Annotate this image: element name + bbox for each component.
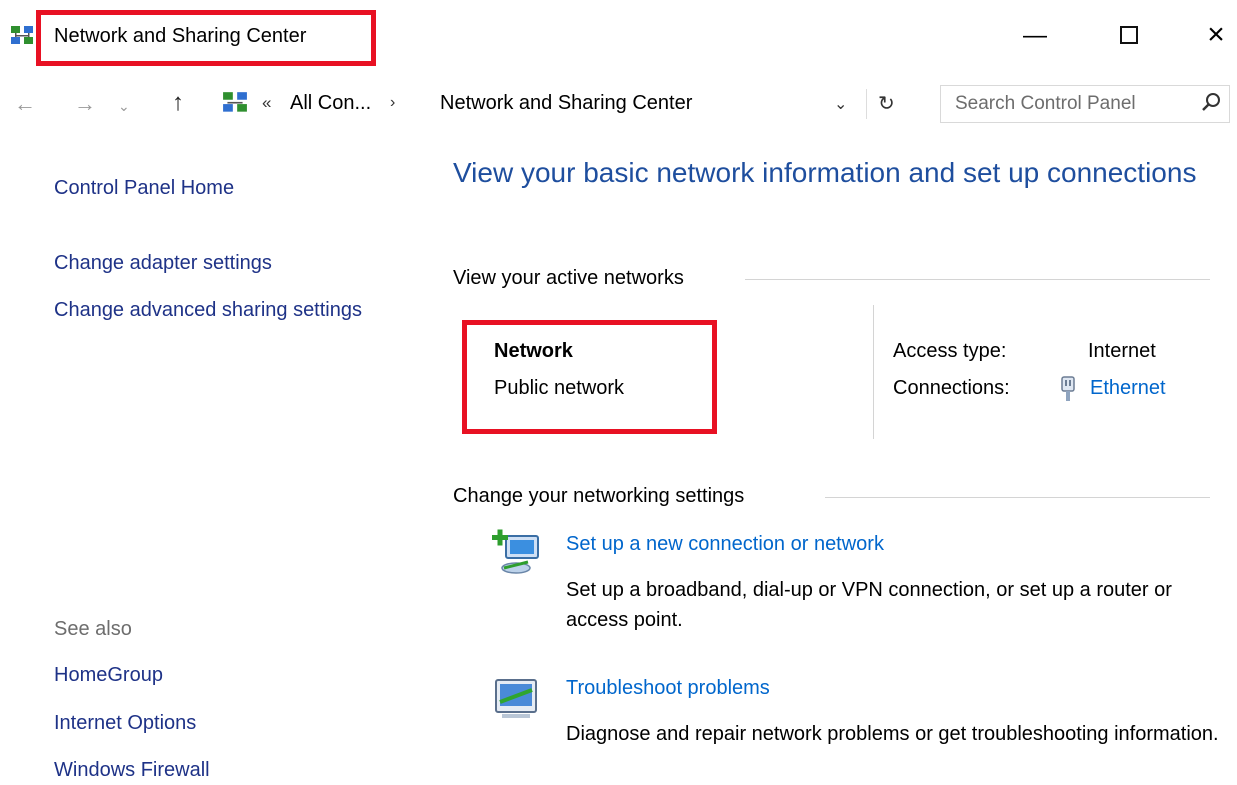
- search-icon[interactable]: [1199, 91, 1223, 120]
- section-divider: [825, 497, 1210, 498]
- forward-button[interactable]: →: [74, 90, 96, 118]
- control-panel-icon: [222, 90, 248, 121]
- setup-new-connection-description: Set up a broadband, dial-up or VPN conne…: [566, 579, 1172, 631]
- ethernet-icon: [1057, 376, 1079, 407]
- new-connection-icon: [490, 526, 546, 583]
- app-icon: [10, 24, 34, 53]
- breadcrumb-all-control-panel[interactable]: All Con...: [290, 92, 371, 115]
- sidebar-item-change-adapter-settings[interactable]: Change adapter settings: [54, 248, 272, 278]
- active-networks-heading: View your active networks: [453, 267, 684, 289]
- up-button[interactable]: ↑: [172, 89, 184, 117]
- see-also-internet-options[interactable]: Internet Options: [54, 708, 196, 738]
- page-title: View your basic network information and …: [453, 157, 1197, 188]
- sidebar-item-change-advanced-sharing[interactable]: Change advanced sharing settings: [54, 295, 374, 325]
- setup-new-connection-link[interactable]: Set up a new connection or network: [566, 533, 884, 556]
- see-also-homegroup[interactable]: HomeGroup: [54, 660, 163, 690]
- breadcrumb-separator[interactable]: ›: [390, 94, 395, 112]
- troubleshoot-icon: [490, 676, 542, 727]
- connections-label: Connections:: [893, 377, 1010, 399]
- breadcrumb-network-sharing-center[interactable]: Network and Sharing Center: [440, 92, 692, 115]
- close-button[interactable]: ×: [1196, 16, 1236, 56]
- recent-locations-button[interactable]: ⌄: [118, 92, 130, 120]
- search-input[interactable]: [955, 92, 1185, 116]
- back-button[interactable]: ←: [14, 90, 36, 118]
- see-also-windows-firewall[interactable]: Windows Firewall: [54, 755, 210, 785]
- access-type-value: Internet: [1088, 340, 1156, 362]
- access-type-label: Access type:: [893, 340, 1007, 362]
- section-divider: [745, 279, 1210, 280]
- troubleshoot-problems-link[interactable]: Troubleshoot problems: [566, 677, 770, 700]
- vertical-divider: [873, 305, 874, 439]
- troubleshoot-problems-description: Diagnose and repair network problems or …: [566, 723, 1219, 745]
- ethernet-link[interactable]: Ethernet: [1090, 377, 1166, 400]
- refresh-button[interactable]: ↻: [878, 91, 895, 116]
- change-settings-heading: Change your networking settings: [453, 485, 745, 507]
- network-highlight-box: [462, 320, 717, 434]
- title-highlight-box: [36, 10, 376, 66]
- maximize-button[interactable]: [1108, 18, 1148, 54]
- address-divider: [866, 89, 867, 119]
- sidebar-item-control-panel-home[interactable]: Control Panel Home: [54, 173, 234, 203]
- see-also-label: See also: [54, 618, 132, 640]
- address-bar[interactable]: « All Con... › Network and Sharing Cente…: [214, 85, 920, 123]
- maximize-icon: [1120, 26, 1138, 44]
- minimize-button[interactable]: —: [1015, 18, 1055, 54]
- breadcrumb-overflow[interactable]: «: [262, 93, 271, 113]
- address-dropdown-button[interactable]: ⌄: [834, 94, 847, 114]
- search-box[interactable]: [940, 85, 1230, 123]
